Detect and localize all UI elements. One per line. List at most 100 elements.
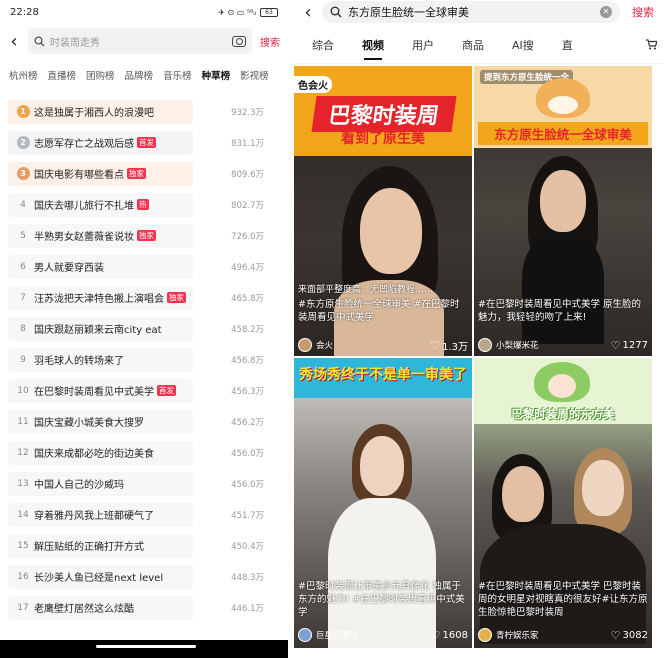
rank-number: 13: [17, 478, 29, 489]
ranking-tab[interactable]: 直播榜: [43, 68, 82, 82]
rank-number: 7: [20, 292, 26, 303]
video-card[interactable]: 色会火 巴黎时装周 看到了原生美 来面部平整度高、无凹陷教程…… #东方原生脸统…: [294, 66, 472, 356]
ranking-title: 长沙美人鱼已经是next level: [34, 573, 164, 584]
ranking-tab[interactable]: 音乐榜: [158, 68, 197, 82]
ranking-row[interactable]: 5 半熟男女赵蕾薇雀说妆 独家 726.0万: [8, 220, 280, 251]
avatar[interactable]: [478, 628, 492, 642]
figure-face: [360, 436, 404, 496]
ranking-row[interactable]: 13 中国人自己的沙威玛 456.0万: [8, 468, 280, 499]
search-input[interactable]: 东方原生脸统一全球审美 ✕: [322, 1, 620, 23]
like-count[interactable]: ♡ 1608: [431, 629, 468, 642]
ranking-row[interactable]: 15 解压贴纸的正确打开方式 450.4万: [8, 530, 280, 561]
ranking-tag-badge: 独家: [137, 230, 156, 241]
video-card[interactable]: 秀场秀终于不是单一审美了 #巴黎时装周让审美多元具像化 独属于东方的魅力! #在…: [294, 358, 472, 648]
filter-icon[interactable]: [638, 38, 664, 53]
banner-main-text: 巴黎时装周的东方美: [511, 407, 615, 421]
like-count[interactable]: ♡ 3082: [611, 629, 648, 642]
ranking-title: 半熟男女赵蕾薇雀说妆: [34, 232, 134, 243]
figure-face: [540, 170, 586, 232]
ranking-row-content: 12 国庆来成都必吃的街边美食: [8, 440, 193, 465]
back-arrow-icon[interactable]: ‹: [300, 2, 316, 23]
video-card[interactable]: 提到东方原生脸统一全 东方原生脸统一全球审美 #在巴黎时装周看见中式美学 原生脸…: [474, 66, 652, 356]
result-tab[interactable]: AI搜: [512, 28, 534, 64]
rank-medal-icon: 2: [16, 136, 30, 149]
ranking-heat: 450.4万: [231, 541, 264, 552]
figure-face: [502, 466, 544, 522]
ranking-tab[interactable]: 杭州榜: [4, 68, 43, 82]
system-icons: ✈ ⊙ ▭ ⁵⁶ᵢₗ: [218, 7, 256, 17]
ranking-tab[interactable]: 种草榜: [197, 68, 236, 82]
ranking-title: 志愿军存亡之战观后感: [34, 139, 134, 150]
back-arrow-icon[interactable]: ‹: [6, 31, 22, 52]
ranking-row[interactable]: 4 国庆去哪儿旅行不扎堆热 802.7万: [8, 189, 280, 220]
ranking-heat: 456.0万: [231, 479, 264, 490]
ranking-title: 汪苏泷把天津特色搬上演唱会: [34, 294, 164, 305]
rank-number: 9: [20, 354, 26, 365]
rank-number: 15: [17, 540, 29, 551]
ranking-row[interactable]: 6 男人就要穿西装 496.4万: [8, 251, 280, 282]
search-input[interactable]: 时装周走秀: [28, 28, 252, 54]
ranking-row[interactable]: 3 国庆电影有哪些看点 独家 809.6万: [8, 158, 280, 189]
result-tab[interactable]: 综合: [312, 28, 334, 64]
result-tab[interactable]: 商品: [462, 28, 484, 64]
ranking-row[interactable]: 14 穿着雅丹风我上班都硬气了 451.7万: [8, 499, 280, 530]
ranking-row[interactable]: 1 这是独属于湘西人的浪漫吧 932.3万: [8, 96, 280, 127]
figure-body: [328, 498, 436, 648]
ranking-row[interactable]: 10 在巴黎时装周看见中式美学 首发 456.3万: [8, 375, 280, 406]
ranking-row[interactable]: 2 志愿军存亡之战观后感 首发 831.1万: [8, 127, 280, 158]
rank-number: 11: [17, 416, 29, 427]
ranking-title: 老鹰壁灯居然这么炫酷: [34, 604, 134, 615]
ranking-tab[interactable]: 团购榜: [81, 68, 120, 82]
ranking-row[interactable]: 11 国庆宝藏小城美食大搜罗 456.2万: [8, 406, 280, 437]
author-name[interactable]: 小梨爆米花: [496, 339, 539, 351]
result-tab[interactable]: 用户: [412, 28, 434, 64]
result-tabs: 综合 视频 用户 商品 AI搜 直: [294, 28, 664, 64]
rank-number: 12: [17, 447, 29, 458]
ranking-row[interactable]: 17 老鹰壁灯居然这么炫酷 446.1万: [8, 592, 280, 623]
ranking-row-content: 14 穿着雅丹风我上班都硬气了: [8, 502, 193, 527]
likes-value: 1608: [442, 629, 468, 641]
ranking-row[interactable]: 7 汪苏泷把天津特色搬上演唱会 独家 465.8万: [8, 282, 280, 313]
ranking-row[interactable]: 8 国庆跟赵丽颖来云南city eat 458.2万: [8, 313, 280, 344]
result-tab[interactable]: 直: [562, 28, 573, 64]
avatar[interactable]: [298, 628, 312, 642]
heart-icon: ♡: [610, 338, 621, 352]
search-button[interactable]: 搜索: [258, 34, 282, 49]
ranking-row-content: 1 这是独属于湘西人的浪漫吧: [8, 99, 193, 124]
video-thumbnail: 秀场秀终于不是单一审美了 #巴黎时装周让审美多元具像化 独属于东方的魅力! #在…: [294, 358, 472, 648]
like-count[interactable]: ♡ 1277: [611, 339, 648, 352]
ranking-row-content: 11 国庆宝藏小城美食大搜罗: [8, 409, 193, 434]
video-thumbnail: 巴黎时装周的东方美 #在巴黎时装周看见中式美学 巴黎时装周的女明星对视瞎真的很友…: [474, 358, 652, 648]
status-icons: ✈ ⊙ ▭ ⁵⁶ᵢₗ 63: [218, 7, 278, 17]
ranking-tag-badge: 首发: [157, 385, 176, 396]
avatar[interactable]: [478, 338, 492, 352]
result-tab[interactable]: 视频: [362, 28, 384, 64]
search-button[interactable]: 搜索: [626, 4, 658, 20]
author-name[interactable]: 巨星花栗鼠: [316, 629, 359, 641]
rank-medal-icon: 3: [16, 167, 30, 180]
video-card[interactable]: 巴黎时装周的东方美 #在巴黎时装周看见中式美学 巴黎时装周的女明星对视瞎真的很友…: [474, 358, 652, 648]
ranking-heat: 456.8万: [231, 355, 264, 366]
ranking-heat: 831.1万: [231, 138, 264, 149]
ranking-row-content: 4 国庆去哪儿旅行不扎堆热: [8, 192, 193, 217]
author-name[interactable]: 青柠娱乐家: [496, 629, 539, 641]
ranking-tab[interactable]: 品牌榜: [120, 68, 159, 82]
card-caption: #在巴黎时装周看见中式美学 巴黎时装周的女明星对视瞎真的很友好#让东方原生脸惊艳…: [478, 581, 648, 618]
search-bar: ‹ 东方原生脸统一全球审美 ✕ 搜索: [294, 0, 664, 24]
avatar[interactable]: [298, 338, 312, 352]
clear-icon[interactable]: ✕: [600, 6, 612, 18]
rank-number: 3: [12, 167, 34, 180]
card-footer: 青柠娱乐家 ♡ 3082: [478, 628, 648, 642]
author-name[interactable]: 会火: [316, 339, 333, 351]
ranking-row[interactable]: 12 国庆来成都必吃的街边美食 456.0万: [8, 437, 280, 468]
ranking-row[interactable]: 16 长沙美人鱼已经是next level 448.3万: [8, 561, 280, 592]
likes-value: 1.3万: [442, 341, 468, 353]
ranking-row[interactable]: 9 羽毛球人的转场来了 456.8万: [8, 344, 280, 375]
ranking-heat: 726.0万: [231, 231, 264, 242]
search-icon: [330, 6, 342, 18]
like-count[interactable]: ♡ 1.3万: [430, 338, 468, 353]
banner-sub-text: 看到了原生美: [341, 131, 425, 147]
camera-icon[interactable]: [232, 35, 246, 47]
ranking-tab[interactable]: 影视榜: [235, 68, 274, 82]
ranking-list: 1 这是独属于湘西人的浪漫吧 932.3万 2 志愿军存亡之战观后感首发 831.1万 3 国…: [0, 90, 288, 623]
